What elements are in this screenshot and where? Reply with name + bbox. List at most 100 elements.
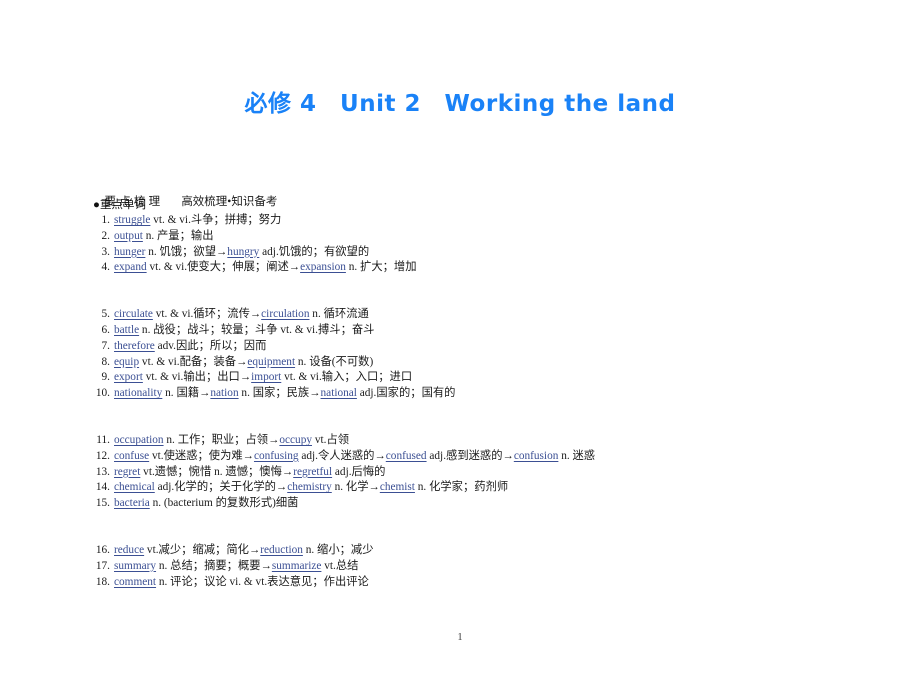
entry-definition: vt. & vi. xyxy=(142,371,184,384)
entry-definition: vt. & vi. xyxy=(277,323,318,336)
vocabulary-entry: 10. nationality n. 国籍→nation n. 国家；民族→nat… xyxy=(93,386,893,402)
entry-definition: 化学的；关于化学的 xyxy=(174,481,276,494)
headword[interactable]: export xyxy=(114,371,143,383)
entry-definition: 配备；装备 xyxy=(179,355,237,368)
headword[interactable]: summarize xyxy=(272,560,322,572)
headword[interactable]: struggle xyxy=(114,214,150,226)
section-heading-subtitle: 高效梳理•知识备考 xyxy=(181,196,278,208)
headword[interactable]: import xyxy=(251,371,281,383)
entry-definition: n. xyxy=(331,481,346,494)
entry-number: 14. xyxy=(95,481,110,494)
vocabulary-group: 1. struggle vt. & vi.斗争；拼搏；努力 2. output n. … xyxy=(93,213,893,276)
derivation-arrow-icon: → xyxy=(216,245,228,258)
headword[interactable]: comment xyxy=(114,576,156,588)
entry-definition: 减少；缩减；简化 xyxy=(158,543,249,556)
entry-number: 17. xyxy=(95,559,110,572)
headword[interactable]: chemical xyxy=(114,481,155,493)
entry-definition: vt. & vi. xyxy=(152,308,194,321)
entry-definition: 缩小；减少 xyxy=(317,543,374,556)
headword[interactable]: confusing xyxy=(254,450,299,462)
headword[interactable]: reduce xyxy=(114,544,144,556)
vocabulary-entry: 11. occupation n. 工作；职业；占领→occupy vt.占领 xyxy=(93,433,893,449)
headword[interactable]: therefore xyxy=(114,340,155,352)
entry-definition: 搏斗；奋斗 xyxy=(317,323,375,336)
derivation-arrow-icon: → xyxy=(368,481,380,494)
entry-number: 1. xyxy=(101,214,110,226)
entry-definition: 因此；所以；因而 xyxy=(176,339,267,352)
entry-definition: adj. xyxy=(332,465,352,478)
entry-definition: 国籍 xyxy=(176,387,200,400)
headword[interactable]: regret xyxy=(114,466,140,478)
headword[interactable]: equipment xyxy=(247,356,295,368)
entry-definition: n. xyxy=(139,323,154,336)
headword[interactable]: expand xyxy=(114,261,147,273)
entry-definition: vt. xyxy=(144,543,159,556)
vocabulary-entry: 16. reduce vt.减少；缩减；简化→reduction n. 缩小；减少 xyxy=(93,543,893,559)
subsection-heading: ●重点单词 xyxy=(93,199,146,211)
entry-number: 5. xyxy=(101,308,110,321)
derivation-arrow-icon: → xyxy=(199,387,211,400)
headword[interactable]: regretful xyxy=(293,466,332,478)
derivation-arrow-icon: → xyxy=(236,355,248,368)
entry-definition: (bacterium 的复数形式)细菌 xyxy=(163,497,299,510)
derivation-arrow-icon: → xyxy=(288,261,301,274)
vocabulary-entry: 18. comment n. 评论；议论 vi. & vt.表达意见；作出评论 xyxy=(93,575,893,591)
vocabulary-group: 5. circulate vt. & vi.循环；流传→circulation n… xyxy=(93,307,893,402)
headword[interactable]: confuse xyxy=(114,450,149,462)
entry-definition: vt. xyxy=(312,433,327,446)
entry-number: 11. xyxy=(96,433,110,446)
entry-definition: 设备(不可数) xyxy=(309,355,374,368)
entry-definition: vi. & vt. xyxy=(226,575,268,588)
headword[interactable]: circulation xyxy=(261,308,309,320)
vocabulary-entry: 17. summary n. 总结；摘要；概要→summarize vt.总结 xyxy=(93,559,893,575)
entry-definition: 产量；输出 xyxy=(157,229,214,242)
vocabulary-entry: 9. export vt. & vi.输出；出口→import vt. & vi.… xyxy=(93,370,893,386)
headword[interactable]: national xyxy=(321,387,357,399)
headword[interactable]: confused xyxy=(386,450,427,462)
headword[interactable]: nation xyxy=(210,387,238,399)
entry-definition: adj. xyxy=(356,387,377,400)
headword[interactable]: bacteria xyxy=(114,497,150,509)
entry-definition: vt. & vi. xyxy=(150,214,191,226)
entry-definition: 使变大；伸展；阐述 xyxy=(187,261,289,274)
entry-definition: vt. xyxy=(140,465,155,478)
entry-number: 6. xyxy=(101,323,110,336)
derivation-arrow-icon: → xyxy=(248,543,261,556)
derivation-arrow-icon: → xyxy=(239,371,252,384)
headword[interactable]: expansion xyxy=(300,261,346,273)
vocabulary-entry: 3. hunger n. 饥饿；欲望→hungry adj.饥饿的；有欲望的 xyxy=(93,245,893,261)
entry-definition: vt. & vi. xyxy=(281,371,322,384)
headword[interactable]: summary xyxy=(114,560,156,572)
entry-definition: 输入；入口；进口 xyxy=(321,371,413,384)
headword[interactable]: nationality xyxy=(114,387,162,399)
page-title: 必修 4 Unit 2 Working the land xyxy=(244,91,676,117)
entry-number: 3. xyxy=(101,245,110,258)
headword[interactable]: chemistry xyxy=(287,481,332,493)
derivation-arrow-icon: → xyxy=(249,308,262,321)
headword[interactable]: hungry xyxy=(227,246,259,258)
entry-definition: 迷惑 xyxy=(572,449,596,462)
entry-definition: 循环；流传 xyxy=(193,308,250,321)
vocabulary-entry: 2. output n. 产量；输出 xyxy=(93,229,893,245)
entry-definition: n. xyxy=(156,575,171,588)
entry-definition: 工作；职业；占领 xyxy=(177,433,269,446)
headword[interactable]: circulate xyxy=(114,308,153,320)
headword[interactable]: chemist xyxy=(380,481,415,493)
entry-definition: adj. xyxy=(154,481,175,494)
headword[interactable]: equip xyxy=(114,356,139,368)
entry-definition: 总结 xyxy=(335,559,359,572)
entry-definition: 饥饿的；有欲望的 xyxy=(278,245,370,258)
headword[interactable]: output xyxy=(114,230,143,242)
derivation-arrow-icon: → xyxy=(242,449,254,462)
headword[interactable]: reduction xyxy=(260,544,303,556)
entry-definition: n. xyxy=(295,355,310,368)
headword[interactable]: occupy xyxy=(279,434,312,446)
derivation-arrow-icon: → xyxy=(260,559,272,572)
vocabulary-entry: 15. bacteria n. (bacterium 的复数形式)细菌 xyxy=(93,496,893,512)
headword[interactable]: occupation xyxy=(114,434,164,446)
headword[interactable]: hunger xyxy=(114,246,145,258)
entry-definition: 感到迷惑的 xyxy=(446,449,503,462)
entry-definition: vt. & vi. xyxy=(146,261,188,274)
headword[interactable]: battle xyxy=(114,324,139,336)
headword[interactable]: confusion xyxy=(514,450,559,462)
